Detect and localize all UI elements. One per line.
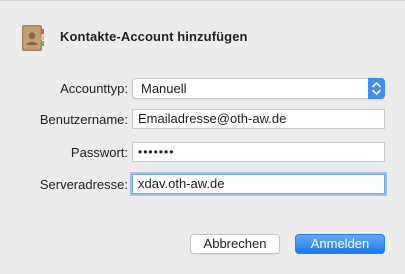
username-row: Benutzername: Emailadresse@oth-aw.de: [0, 109, 405, 131]
password-label: Passwort:: [70, 145, 128, 160]
account-type-select[interactable]: Manuell: [132, 78, 385, 99]
password-row: Passwort: •••••••: [0, 142, 405, 164]
username-value: Emailadresse@oth-aw.de: [138, 111, 287, 126]
username-label: Benutzername:: [39, 112, 128, 127]
cancel-button[interactable]: Abbrechen: [190, 234, 280, 254]
username-field[interactable]: Emailadresse@oth-aw.de: [132, 109, 385, 129]
server-address-value: xdav.oth-aw.de: [138, 176, 225, 191]
server-address-field[interactable]: xdav.oth-aw.de: [132, 174, 385, 194]
updown-chevron-icon: [368, 78, 385, 99]
account-type-row: Accounttyp: Manuell: [0, 78, 405, 100]
account-type-value: Manuell: [141, 81, 187, 96]
sign-in-button[interactable]: Anmelden: [295, 234, 385, 254]
add-contacts-account-dialog: Kontakte-Account hinzufügen Accounttyp: …: [0, 0, 405, 274]
password-masked-value: •••••••: [138, 145, 175, 159]
server-row: Serveradresse: xdav.oth-aw.de: [0, 174, 405, 196]
server-label: Serveradresse:: [39, 177, 128, 192]
password-field[interactable]: •••••••: [132, 142, 385, 162]
contacts-app-icon: [22, 25, 44, 51]
account-type-label: Accounttyp:: [60, 81, 128, 96]
dialog-title: Kontakte-Account hinzufügen: [60, 29, 248, 44]
